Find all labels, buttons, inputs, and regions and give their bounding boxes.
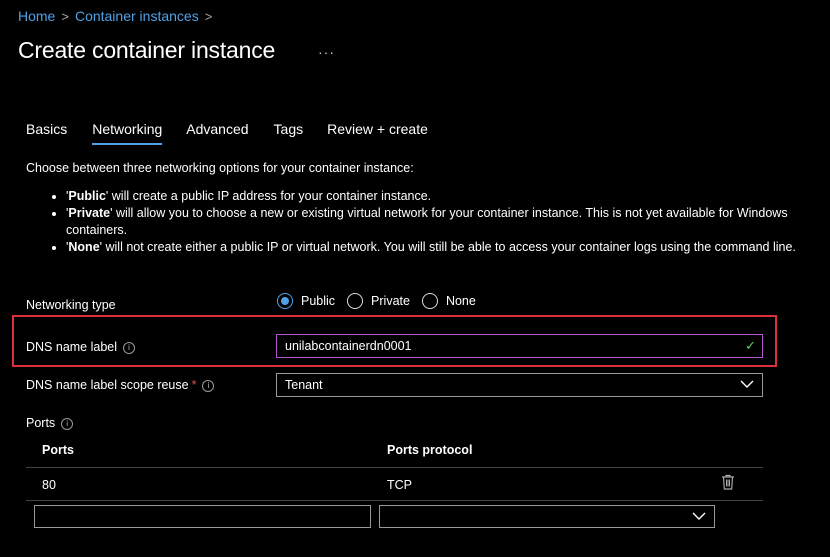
divider — [26, 467, 763, 468]
ports-label: Ports i — [26, 416, 74, 430]
radio-unselected-icon[interactable] — [347, 293, 364, 309]
list-item: 'None' will not create either a public I… — [66, 239, 796, 256]
networking-type-label: Networking type — [26, 298, 116, 312]
info-icon[interactable]: i — [123, 341, 136, 354]
radio-public[interactable]: Public — [277, 293, 335, 309]
tab-advanced[interactable]: Advanced — [186, 121, 248, 145]
chevron-down-icon — [692, 509, 706, 526]
divider — [26, 500, 763, 501]
new-port-input[interactable] — [34, 505, 371, 528]
ports-column-header: Ports — [42, 443, 74, 457]
more-options-icon[interactable]: ··· — [318, 44, 335, 60]
breadcrumb-home-link[interactable]: Home — [18, 8, 55, 24]
dns-name-input[interactable]: unilabcontainerdn0001 ✓ — [276, 334, 763, 358]
tab-tags[interactable]: Tags — [274, 121, 304, 145]
port-value: 80 — [42, 478, 56, 492]
breadcrumb: Home > Container instances > — [18, 8, 212, 24]
networking-description: Choose between three networking options … — [26, 161, 414, 175]
chevron-right-icon: > — [61, 8, 69, 24]
info-icon[interactable]: i — [61, 417, 74, 430]
radio-selected-icon[interactable] — [277, 293, 293, 309]
tab-bar: Basics Networking Advanced Tags Review +… — [26, 121, 428, 145]
delete-row-icon[interactable] — [721, 474, 735, 495]
tab-review-create[interactable]: Review + create — [327, 121, 428, 145]
info-icon[interactable]: i — [202, 379, 215, 392]
breadcrumb-container-instances-link[interactable]: Container instances — [75, 8, 199, 24]
page-title: Create container instance — [18, 37, 276, 63]
check-icon: ✓ — [745, 338, 756, 353]
required-marker: * — [191, 378, 197, 392]
dns-scope-reuse-select[interactable]: Tenant — [276, 373, 763, 397]
networking-type-radio-group: Public Private None — [277, 293, 484, 309]
radio-none[interactable]: None — [421, 293, 476, 309]
new-port-protocol-select[interactable] — [379, 505, 715, 528]
networking-options-list: 'Public' will create a public IP address… — [48, 188, 796, 256]
chevron-down-icon — [740, 377, 754, 394]
list-item: 'Private' will allow you to choose a new… — [66, 205, 796, 239]
tab-basics[interactable]: Basics — [26, 121, 67, 145]
list-item: 'Public' will create a public IP address… — [66, 188, 796, 205]
chevron-right-icon: > — [204, 8, 213, 24]
protocol-value: TCP — [387, 478, 412, 492]
tab-networking[interactable]: Networking — [92, 121, 163, 145]
dns-scope-reuse-label: DNS name label scope reuse * i — [26, 378, 215, 392]
dns-name-label: DNS name label i — [26, 340, 136, 354]
radio-private[interactable]: Private — [347, 293, 410, 309]
radio-unselected-icon[interactable] — [421, 293, 438, 309]
ports-protocol-column-header: Ports protocol — [387, 443, 473, 457]
